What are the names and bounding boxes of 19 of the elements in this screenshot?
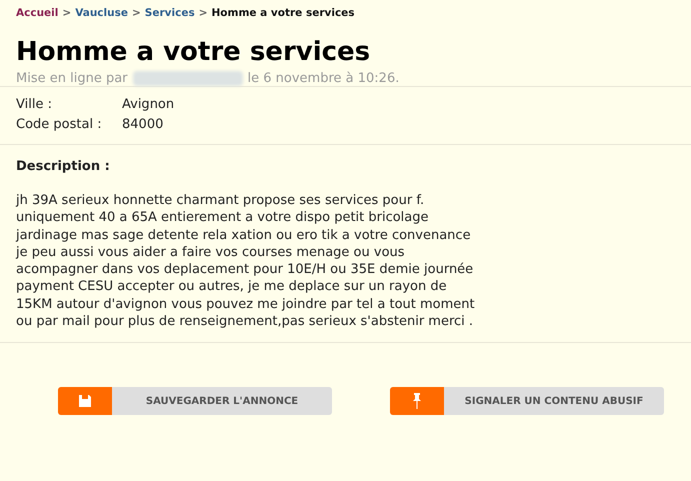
- breadcrumb-link[interactable]: Services: [144, 7, 195, 19]
- breadcrumb-separator: >: [132, 7, 141, 19]
- action-button[interactable]: SAUVEGARDER L'ANNONCE: [58, 387, 332, 416]
- field-label: Ville :: [16, 96, 53, 114]
- description-heading: Description :: [16, 159, 111, 174]
- breadcrumb-current: Homme a votre services: [212, 7, 355, 19]
- breadcrumb-separator: >: [198, 7, 208, 19]
- action-button[interactable]: SIGNALER UN CONTENU ABUSIF: [390, 387, 664, 416]
- breadcrumb-link[interactable]: Accueil: [16, 7, 58, 19]
- breadcrumb-link[interactable]: Vaucluse: [75, 7, 128, 19]
- pushpin-icon: [413, 393, 421, 410]
- field-value: 84000: [122, 116, 164, 134]
- posted-date-text: le 6 novembre à 10:26.: [248, 71, 400, 86]
- posted-by-text: Mise en ligne par: [16, 71, 128, 86]
- listing-title: Homme a votre services: [16, 37, 372, 67]
- breadcrumb-separator: >: [62, 7, 72, 19]
- description-text: jh 39A serieux honnette charmant propose ses services pour f. uniquement 40 a 65A entierement a votre dispo petit bricolage jardinage mas sage detente rela xation ou ero tik a votre convenance je peu aussi vous aider a faire vos courses menage ou vous acompagner dans vos deplacement pour 10E/H ou 35E demie journée payment CESU accepter ou autres, je me deplace sur un rayon de 15KM autour d'avignon vous pouvez me joindre par tel a tout moment ou par mail pour plus de renseignement,pas serieux s'abstenir merci .: [16, 192, 476, 330]
- field-label: Code postal :: [16, 116, 103, 134]
- field-value: Avignon: [122, 96, 174, 114]
